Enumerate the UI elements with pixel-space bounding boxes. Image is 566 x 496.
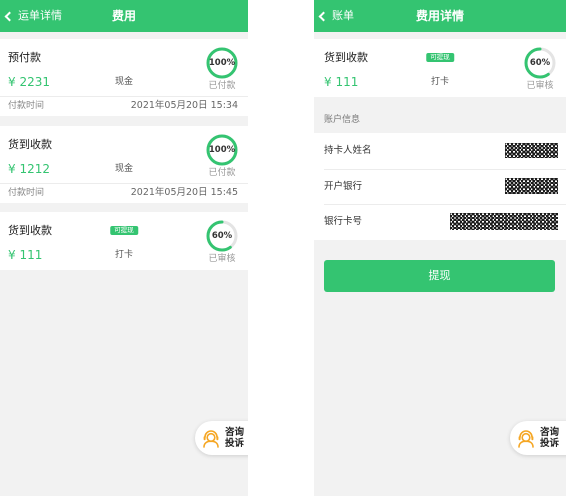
fee-amount: ¥ 1212	[8, 162, 50, 176]
progress-percent: 100%	[208, 58, 236, 68]
payment-method: 打卡	[114, 250, 134, 260]
back-button[interactable]: 账单	[316, 0, 354, 32]
page-title: 费用详情	[415, 9, 465, 23]
withdrawable-badge: 可提现	[426, 53, 454, 62]
customer-service-icon	[516, 428, 536, 448]
service-label-complaint: 投诉	[225, 438, 245, 449]
account-row-bank: 开户银行	[314, 169, 566, 204]
account-info-list: 持卡人姓名 开户银行 银行卡号	[314, 133, 566, 240]
progress-ring: 60%	[206, 220, 238, 252]
service-label-consult: 咨询	[540, 427, 560, 438]
service-label-consult: 咨询	[225, 427, 245, 438]
progress-percent: 100%	[208, 145, 236, 155]
fee-title: 货到收款	[324, 51, 368, 64]
fee-amount: ¥ 111	[324, 75, 359, 89]
fee-title: 货到收款	[8, 224, 52, 237]
progress-ring: 60%	[524, 47, 556, 79]
account-row-label: 持卡人姓名	[324, 145, 372, 156]
payment-time-label: 付款时间	[8, 101, 45, 111]
back-label: 运单详情	[18, 9, 62, 22]
chevron-left-icon	[4, 11, 15, 21]
status-text: 已审核	[526, 81, 554, 91]
fee-card[interactable]: 预付款 ¥ 2231 现金 100% 已付款 付款时间 2021年05月20日 …	[0, 39, 248, 116]
fee-list-screen: 运单详情 费用 预付款 ¥ 2231 现金 100% 已付款 付款时间 2021…	[0, 0, 248, 496]
service-button[interactable]: 咨询 投诉	[195, 421, 248, 455]
payment-time-value: 2021年05月20日 15:45	[130, 187, 238, 198]
service-label: 咨询 投诉	[540, 427, 559, 449]
withdrawable-badge: 可提现	[110, 226, 138, 235]
page-title: 费用	[111, 9, 137, 23]
fee-title: 预付款	[8, 51, 41, 64]
chevron-left-icon	[318, 11, 329, 21]
fee-title: 货到收款	[8, 138, 52, 151]
fee-detail-screen: 账单 费用详情 货到收款 可提现 ¥ 111 打卡 60% 已审核 账户信息 持…	[314, 0, 566, 496]
redacted-value	[450, 213, 558, 230]
payment-time-value: 2021年05月20日 15:34	[130, 100, 238, 111]
redacted-value	[505, 143, 558, 158]
progress-percent: 60%	[211, 231, 233, 241]
withdraw-button[interactable]: 提现	[324, 260, 555, 292]
nav-bar: 账单 费用详情	[314, 0, 566, 32]
divider	[0, 96, 248, 97]
progress-percent: 60%	[529, 58, 551, 68]
fee-card[interactable]: 货到收款 ¥ 1212 现金 100% 已付款 付款时间 2021年05月20日…	[0, 126, 248, 203]
nav-bar: 运单详情 费用	[0, 0, 248, 32]
payment-method: 打卡	[430, 77, 450, 87]
customer-service-icon	[201, 428, 221, 448]
status-text: 已付款	[208, 81, 236, 91]
account-row-card-number: 银行卡号	[314, 204, 566, 240]
fee-summary-card: 货到收款 可提现 ¥ 111 打卡 60% 已审核	[314, 39, 566, 97]
payment-time-label: 付款时间	[8, 188, 45, 198]
payment-method: 现金	[114, 77, 134, 87]
progress-ring: 100%	[206, 47, 238, 79]
redacted-value	[505, 178, 558, 194]
divider	[0, 183, 248, 184]
service-button[interactable]: 咨询 投诉	[510, 421, 566, 455]
back-label: 账单	[332, 9, 354, 22]
fee-amount: ¥ 111	[8, 248, 43, 262]
back-button[interactable]: 运单详情	[2, 0, 62, 32]
account-row-label: 银行卡号	[324, 216, 363, 227]
fee-amount: ¥ 2231	[8, 75, 50, 89]
service-label-complaint: 投诉	[540, 438, 560, 449]
account-row-holder-name: 持卡人姓名	[314, 133, 566, 169]
payment-method: 现金	[114, 164, 134, 174]
account-section-title: 账户信息	[324, 115, 361, 125]
service-label: 咨询 投诉	[225, 427, 244, 449]
fee-card[interactable]: 货到收款 可提现 ¥ 111 打卡 60% 已审核	[0, 212, 248, 270]
progress-ring: 100%	[206, 134, 238, 166]
account-row-label: 开户银行	[324, 180, 363, 192]
status-text: 已审核	[208, 254, 236, 264]
status-text: 已付款	[208, 168, 236, 178]
